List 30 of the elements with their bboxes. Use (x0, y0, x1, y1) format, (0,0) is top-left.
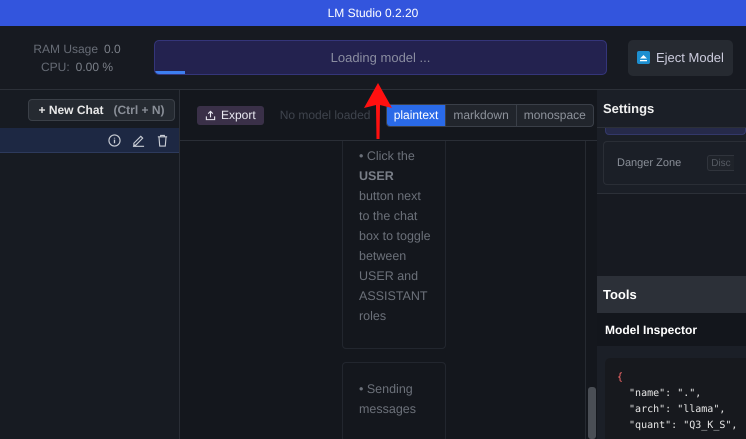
eject-model-button[interactable]: Eject Model (628, 40, 733, 76)
new-chat-button[interactable]: + New Chat (Ctrl + N) (28, 99, 175, 121)
window-title: LM Studio 0.2.20 (328, 6, 418, 20)
code-line: "quant": "Q3_K_S", (628, 419, 738, 433)
format-tab[interactable]: plaintext (386, 104, 446, 126)
code-line: "arch": "llama", (628, 403, 726, 417)
pencil-icon[interactable] (132, 134, 145, 146)
eject-icon (637, 51, 650, 64)
model-loader-bar[interactable]: Loading model ... (154, 40, 607, 75)
upload-icon (205, 110, 216, 120)
format-tab[interactable]: monospace (516, 104, 593, 126)
stat-value: 0.0 (104, 42, 121, 56)
stat-label: RAM Usage (33, 42, 98, 56)
code-line: { (617, 371, 624, 385)
danger-zone-label: Danger Zone (617, 157, 682, 169)
loading-text: Loading model ... (330, 50, 430, 65)
model-inspector-title: Model Inspector (605, 322, 698, 336)
trash-icon[interactable] (156, 134, 169, 146)
code-line: "name": ".", (628, 387, 702, 401)
stat-value: 0.00 % (76, 60, 114, 74)
settings-title: Settings (603, 101, 654, 116)
info-icon[interactable] (108, 134, 121, 146)
message-text: • Sending messages (359, 382, 416, 416)
format-tab[interactable]: markdown (445, 104, 516, 126)
chat-list-item[interactable] (0, 128, 179, 153)
export-button[interactable]: Export (197, 106, 264, 124)
tools-title: Tools (603, 287, 637, 302)
scrollbar-thumb[interactable] (588, 387, 596, 439)
stat-label: CPU: (40, 60, 70, 74)
message-text: • Click the USER button next to the chat box to toggle between USER and ASSISTANT roles (359, 149, 431, 323)
